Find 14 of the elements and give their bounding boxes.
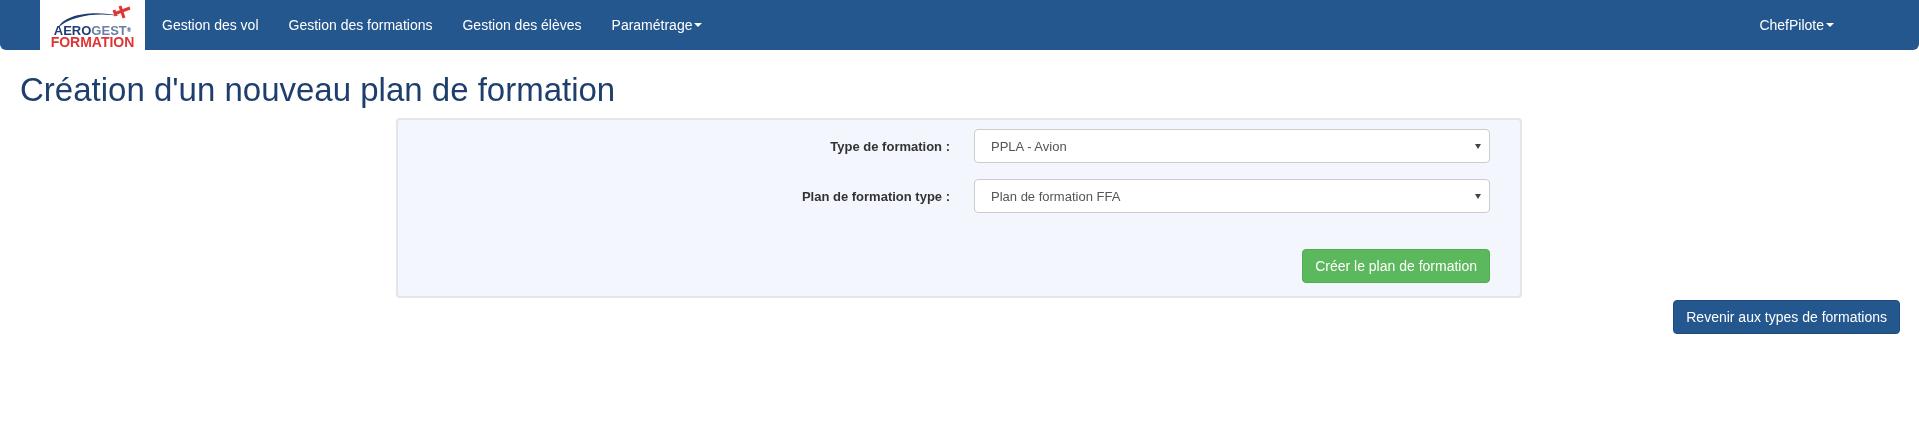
nav-link[interactable]: Gestion des élèves [447,0,597,50]
field-label: Plan de formation type : [801,188,950,204]
select-field[interactable]: PPLA - Avion [974,129,1490,164]
select-field[interactable]: Plan de formation FFA [974,179,1490,214]
caret-icon [1826,23,1834,27]
nav-link[interactable]: Gestion des vol [147,0,274,50]
back-button[interactable]: Revenir aux types de formations [1673,300,1900,335]
page-title: Création d'un nouveau plan de formation [20,72,617,109]
caret-icon [694,23,703,27]
nav-link[interactable]: Gestion des formations [273,0,448,50]
field-label: Type de formation : [830,138,950,154]
nav-link[interactable]: Paramétrage [596,0,718,50]
logo-subtitle: FORMATION [50,36,135,48]
user-menu[interactable]: ChefPilote [1744,0,1849,50]
